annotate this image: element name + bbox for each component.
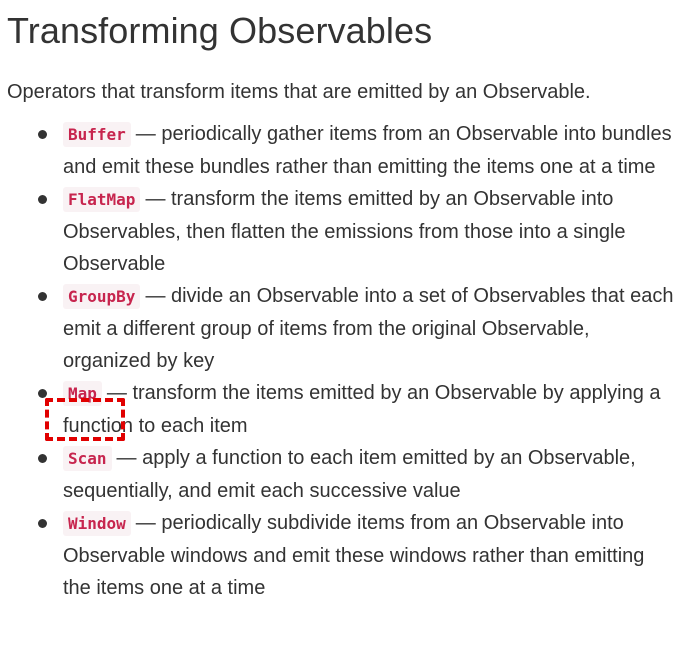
operator-link-scan[interactable]: Scan	[63, 446, 112, 471]
operator-link-buffer[interactable]: Buffer	[63, 122, 131, 147]
operator-description: — periodically subdivide items from an O…	[63, 512, 645, 599]
list-item-window: Window — periodically subdivide items fro…	[7, 507, 677, 604]
operator-link-flatmap[interactable]: FlatMap	[63, 187, 141, 212]
article-content: Transforming Observables Operators that …	[7, 8, 677, 604]
operator-description: — periodically gather items from an Obse…	[63, 123, 672, 178]
bullet-icon	[38, 389, 47, 398]
list-item-map: Map — transform the items emitted by an O…	[7, 377, 677, 442]
operator-link-groupby[interactable]: GroupBy	[63, 284, 141, 309]
bullet-icon	[38, 195, 47, 204]
operator-link-window[interactable]: Window	[63, 511, 131, 536]
bullet-icon	[38, 454, 47, 463]
bullet-icon	[38, 130, 47, 139]
operator-list: Buffer — periodically gather items from a…	[7, 118, 677, 604]
operator-link-map[interactable]: Map	[63, 381, 102, 406]
operator-description: — transform the items emitted by an Obse…	[63, 188, 626, 275]
list-item-buffer: Buffer — periodically gather items from a…	[7, 118, 677, 183]
bullet-icon	[38, 519, 47, 528]
list-item-groupby: GroupBy — divide an Observable into a set…	[7, 280, 677, 377]
page-title: Transforming Observables	[7, 10, 433, 51]
list-item-flatmap: FlatMap — transform the items emitted by …	[7, 183, 677, 280]
operator-description: — apply a function to each item emitted …	[63, 447, 636, 502]
list-item-scan: Scan — apply a function to each item emit…	[7, 442, 677, 507]
intro-text: Operators that transform items that are …	[7, 81, 591, 103]
operator-description: — divide an Observable into a set of Obs…	[63, 285, 674, 372]
operator-description: — transform the items emitted by an Obse…	[63, 382, 661, 437]
bullet-icon	[38, 292, 47, 301]
